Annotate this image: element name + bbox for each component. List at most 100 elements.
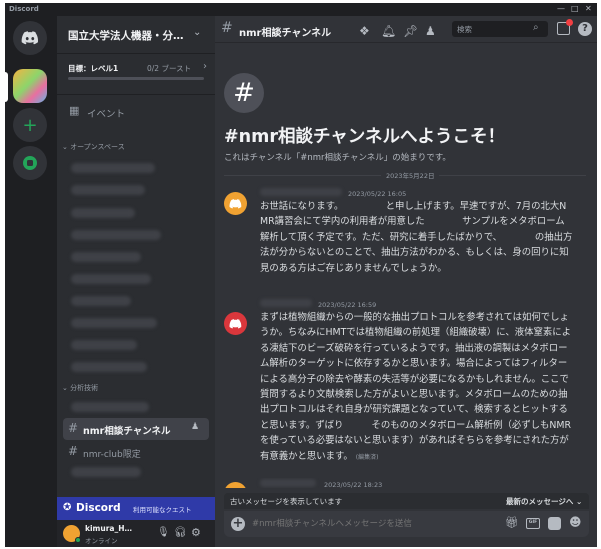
discord-logo-icon: ✪ [63, 502, 72, 513]
hash-icon: # [221, 20, 233, 36]
server-rail: + [5, 16, 57, 547]
channel-label: nmr相談チャンネル [83, 426, 171, 437]
server-name: 国立大学法人機器・分… [68, 30, 184, 42]
sticker-icon[interactable] [548, 517, 561, 530]
channel-nmr-active[interactable]: # nmr相談チャンネル ♟ [63, 418, 209, 440]
quest-promo[interactable]: ✪ Discord 利用可能なクエスト [57, 497, 215, 520]
boost-goal[interactable]: 目標：レベル1 0/2 ブースト › [57, 55, 215, 89]
category-open-space[interactable]: ⌄ オープンスペース [62, 142, 125, 152]
message: 2023/05/22 16:59 まずは植物組織からの一般的な抽出プロトコルを参… [224, 296, 594, 476]
server-header[interactable]: 国立大学法人機器・分… ⌄ [57, 16, 215, 54]
blurred-username[interactable] [260, 299, 312, 307]
maximize-button[interactable]: □ [571, 4, 579, 13]
category-analysis[interactable]: ⌄ 分析技術 [62, 383, 98, 393]
message: 2023/05/22 18:23 [224, 478, 594, 488]
channel-title: nmr相談チャンネル [239, 28, 332, 39]
boost-count: 0/2 ブースト [147, 64, 192, 73]
message-composer: + 🎁︎ GIF ☻ [224, 511, 589, 537]
close-button[interactable]: ✕ [585, 4, 592, 13]
events-item[interactable]: ▦ イベント [65, 103, 207, 121]
boost-progress-bar [68, 77, 204, 80]
avatar[interactable] [224, 312, 247, 335]
message-timestamp: 2023/05/22 18:23 [324, 481, 383, 488]
user-panel: kimura_H… オンライン 🎙︎ 🎧︎ ⚙ [57, 520, 215, 547]
blurred-channel[interactable] [71, 362, 147, 372]
message-text-content: まずは植物組織からの一般的な抽出プロトコルを参考されては如何でしょうか。ちなみに… [260, 312, 572, 462]
search-icon: ⌕ [533, 22, 539, 33]
add-server-icon[interactable]: + [13, 108, 47, 142]
message: 2023/05/22 16:05 お世話になります。 と申し上げます。早速ですが… [224, 186, 594, 298]
avatar[interactable] [224, 192, 247, 215]
username: kimura_H… [85, 524, 132, 533]
avatar[interactable] [224, 482, 247, 488]
blurred-username[interactable] [260, 188, 342, 196]
server-icon[interactable] [13, 69, 47, 103]
add-member-icon[interactable]: ♟ [191, 422, 199, 432]
emoji-icon[interactable]: ☻ [569, 515, 582, 529]
message-input[interactable] [252, 516, 472, 532]
direct-messages-button[interactable] [13, 21, 47, 55]
microphone-icon[interactable]: 🎙︎ [157, 527, 170, 538]
chevron-down-icon: ⌄ [193, 27, 202, 38]
old-messages-label: 古いメッセージを表示しています [230, 497, 343, 506]
message-text: お世話になります。 と申し上げます。早速ですが、7月の北大NMR講習会にて学内の… [260, 201, 573, 274]
blurred-channel[interactable] [71, 318, 157, 328]
settings-gear-icon[interactable]: ⚙ [191, 526, 201, 539]
discord-logo-icon [229, 198, 242, 208]
gif-icon[interactable]: GIF [526, 518, 540, 529]
blurred-channel[interactable] [71, 274, 151, 284]
title-bar: Discord — □ ✕ [5, 3, 597, 16]
blurred-channel[interactable] [71, 340, 137, 350]
blurred-channel[interactable] [71, 185, 145, 195]
channel-nmr-club[interactable]: # nmr-club限定 [63, 442, 209, 462]
old-messages-banner[interactable]: 古いメッセージを表示しています 最新のメッセージへ ⌄ [224, 493, 589, 509]
blurred-channel[interactable] [71, 208, 135, 218]
compass-icon [23, 156, 37, 170]
headphones-icon[interactable]: 🎧︎ [174, 527, 187, 538]
promo-brand: Discord [76, 502, 121, 514]
calendar-icon: ▦ [69, 104, 80, 117]
gift-icon[interactable]: 🎁︎ [505, 516, 519, 529]
pin-icon[interactable]: 📌︎ [403, 24, 418, 38]
message-text: まずは植物組織からの一般的な抽出プロトコルを参考されては如何でしょうか。ちなみに… [260, 310, 574, 465]
help-icon[interactable]: ? [578, 22, 592, 36]
date-divider-label: 2023年5月22日 [381, 170, 440, 180]
welcome-subtitle: これはチャンネル「#nmr相談チャンネル」の始まりです。 [224, 153, 451, 163]
search-placeholder: 検索 [457, 25, 472, 34]
explore-servers-button[interactable] [13, 146, 47, 180]
minimize-button[interactable]: — [557, 4, 565, 13]
blurred-channel[interactable] [71, 163, 155, 173]
divider [57, 94, 215, 95]
channel-header: # nmr相談チャンネル ❖ 🔔︎ 📌︎ ♟ 検索 ⌕ ? [215, 16, 597, 43]
category-label: 分析技術 [70, 384, 99, 392]
online-status-dot [75, 537, 81, 543]
upload-plus-icon[interactable]: + [231, 517, 245, 531]
inbox-icon[interactable] [557, 19, 573, 35]
jump-to-latest-button[interactable]: 最新のメッセージへ ⌄ [506, 496, 582, 507]
edited-tag: (編集済) [355, 453, 379, 461]
promo-text: 利用可能なクエスト [133, 506, 192, 514]
blurred-channel[interactable] [71, 402, 149, 412]
blurred-channel[interactable] [71, 252, 141, 262]
app-title: Discord [9, 5, 39, 13]
discord-logo-icon [21, 31, 39, 45]
bell-icon[interactable]: 🔔︎ [381, 24, 396, 38]
channel-hash-icon: # [224, 73, 264, 113]
chat-area: # nmr相談チャンネル ❖ 🔔︎ 📌︎ ♟ 検索 ⌕ ? # # nmr相談チャ… [215, 16, 597, 547]
blurred-username[interactable] [260, 479, 316, 487]
channel-label: nmr-club限定 [83, 450, 141, 460]
boost-goal-label: 目標：レベル1 [68, 64, 119, 73]
user-status: オンライン [85, 537, 118, 545]
channel-sidebar: 国立大学法人機器・分… ⌄ 目標：レベル1 0/2 ブースト › ▦ イベント … [57, 16, 215, 547]
hash-icon: # [68, 421, 79, 435]
members-icon[interactable]: ♟ [425, 24, 436, 38]
category-label: オープンスペース [70, 143, 125, 151]
blurred-channel[interactable] [71, 230, 161, 240]
discord-logo-icon [229, 318, 242, 328]
blurred-channel[interactable] [71, 467, 141, 477]
locked-hash-icon: # [68, 444, 79, 458]
active-server-indicator [5, 72, 8, 102]
threads-icon[interactable]: ❖ [359, 24, 370, 38]
search-input[interactable]: 検索 ⌕ [452, 21, 548, 37]
blurred-channel[interactable] [71, 296, 131, 306]
